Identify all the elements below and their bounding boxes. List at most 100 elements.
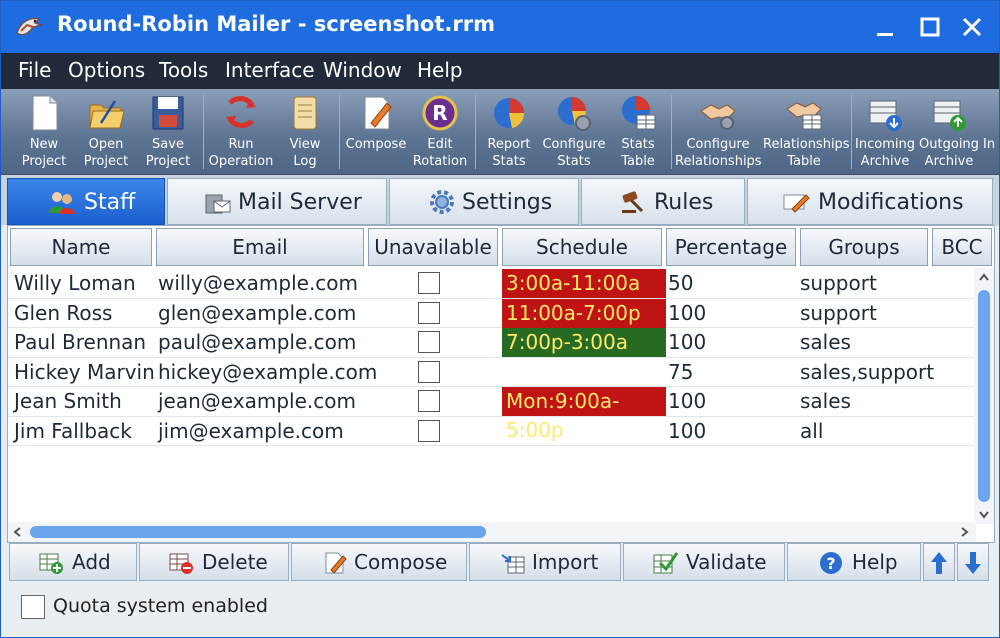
configure-stats-button[interactable]: Configure Stats: [541, 91, 607, 173]
column-header-groups[interactable]: Groups: [800, 228, 928, 266]
compose-button[interactable]: Compose: [344, 91, 408, 173]
cell-percentage: 75: [668, 359, 694, 384]
cell-name: Jim Fallback: [14, 418, 132, 443]
column-header-name[interactable]: Name: [10, 228, 152, 266]
add-button[interactable]: Add: [9, 543, 137, 581]
add-icon: [39, 553, 63, 574]
run-operation-button[interactable]: Run Operation: [208, 91, 274, 173]
toolbar-overflow-button[interactable]: In: [983, 91, 999, 173]
mail-server-icon: [205, 194, 231, 214]
tab-label: Rules: [654, 190, 714, 215]
compose-icon: [364, 96, 392, 130]
menu-tools[interactable]: Tools: [159, 58, 208, 82]
move-down-button[interactable]: [957, 543, 989, 581]
run-operation-icon: [226, 96, 256, 128]
unavailable-checkbox[interactable]: [418, 419, 440, 442]
more-icon: [983, 93, 999, 133]
scroll-arrows-icon: [13, 526, 969, 538]
cell-percentage: 100: [668, 330, 707, 354]
new-project-button[interactable]: New Project: [15, 91, 73, 173]
edit-rotation-button[interactable]: R Edit Rotation: [411, 91, 469, 173]
minimize-button[interactable]: [867, 11, 901, 43]
unavailable-checkbox[interactable]: [418, 390, 440, 412]
open-project-button[interactable]: Open Project: [77, 91, 135, 173]
tb-label-1: View: [289, 137, 321, 152]
close-icon: [962, 17, 982, 37]
cell-schedule: 11:00a-7:00p: [502, 298, 666, 328]
help-button[interactable]: ? Help: [787, 543, 921, 581]
menu-options[interactable]: Options: [68, 58, 145, 82]
column-header-email[interactable]: Email: [156, 228, 364, 266]
unavailable-checkbox[interactable]: [418, 272, 440, 294]
table-row[interactable]: Hickey Marvin hickey@example.com 75 sales,s…: [8, 358, 978, 387]
outgoing-archive-button[interactable]: Outgoing Archive: [918, 91, 980, 173]
cell-name: Glen Ross: [14, 300, 113, 325]
menu-window[interactable]: Window: [323, 58, 402, 82]
tab-label: Staff: [84, 190, 136, 215]
menu-file[interactable]: File: [18, 58, 51, 82]
table-row[interactable]: Paul Brennan paul@example.com 7:00p-3:00a 1…: [8, 328, 978, 358]
tb-label-1: In: [983, 137, 996, 152]
import-button[interactable]: Import: [469, 543, 621, 581]
compose-bottom-button[interactable]: Compose: [291, 543, 467, 581]
incoming-archive-icon: [869, 100, 902, 131]
cell-email: jim@example.com: [158, 418, 344, 443]
table-row[interactable]: Jean Smith jean@example.com Mon:9:00a-5:00…: [8, 387, 978, 442]
compose-label: Compose: [354, 550, 448, 574]
stats-table-button[interactable]: Stats Table: [611, 91, 665, 173]
arrow-up-icon: [931, 552, 947, 574]
validate-button[interactable]: Validate: [623, 543, 785, 581]
toolbar: New Project Open Project Save Project Run Op…: [1, 89, 999, 175]
table-row[interactable]: Willy Loman willy@example.com 3:00a-11:00a…: [8, 269, 978, 299]
title-bar[interactable]: Round-Robin Mailer - screenshot.rrm: [1, 1, 999, 53]
column-header-bcc[interactable]: BCC: [932, 228, 992, 266]
menu-interface[interactable]: Interface: [225, 58, 315, 82]
delete-label: Delete: [202, 550, 268, 574]
incoming-archive-button[interactable]: Incoming Archive: [854, 91, 916, 173]
column-header-unavailable[interactable]: Unavailable: [368, 228, 498, 266]
save-project-button[interactable]: Save Project: [139, 91, 197, 173]
horizontal-scrollbar[interactable]: [8, 522, 976, 542]
tab-mail-server[interactable]: Mail Server: [167, 178, 387, 225]
report-stats-button[interactable]: Report Stats: [480, 91, 538, 173]
toolbar-separator: [851, 95, 852, 169]
tab-staff[interactable]: Staff: [7, 178, 165, 225]
tb-label-1: Configure: [686, 137, 750, 152]
relationships-table-button[interactable]: Relationships Table: [763, 91, 850, 173]
view-log-button[interactable]: View Log: [277, 91, 333, 173]
tab-rules[interactable]: Rules: [581, 178, 745, 225]
column-header-schedule[interactable]: Schedule: [502, 228, 662, 266]
unavailable-checkbox[interactable]: [418, 331, 440, 353]
column-header-percentage[interactable]: Percentage: [666, 228, 796, 266]
app-bird-icon: [16, 17, 43, 36]
vertical-scrollbar[interactable]: [974, 268, 994, 524]
toolbar-separator: [339, 95, 340, 169]
delete-button[interactable]: Delete: [139, 543, 289, 581]
edit-rotation-icon: R: [422, 95, 458, 131]
compose-icon: [325, 552, 347, 574]
tab-modifications[interactable]: Modifications: [747, 178, 993, 225]
table-row[interactable]: Jim Fallback jim@example.com 100 all: [8, 417, 978, 446]
tab-strip: Staff Mail Server Settings Rules Modific…: [1, 175, 999, 225]
toolbar-separator: [475, 95, 476, 169]
cell-percentage: 50: [668, 271, 694, 295]
table-row[interactable]: Glen Ross glen@example.com 11:00a-7:00p 100…: [8, 298, 978, 328]
menu-help[interactable]: Help: [417, 58, 463, 82]
cell-email: paul@example.com: [158, 330, 357, 354]
svg-text:R: R: [432, 101, 447, 125]
add-label: Add: [72, 550, 111, 574]
unavailable-checkbox[interactable]: [418, 301, 440, 324]
configure-relationships-button[interactable]: Configure Relationships: [675, 91, 762, 173]
arrow-down-icon: [965, 552, 981, 574]
unavailable-checkbox[interactable]: [418, 360, 440, 383]
maximize-button[interactable]: [913, 11, 947, 43]
move-up-button[interactable]: [923, 543, 955, 581]
cell-groups: all: [800, 418, 824, 443]
close-button[interactable]: [955, 11, 989, 43]
quota-checkbox[interactable]: [21, 595, 45, 619]
tab-label: Modifications: [818, 190, 964, 215]
tb-label-1: Run: [228, 137, 254, 152]
import-icon: [501, 554, 525, 574]
tab-settings[interactable]: Settings: [389, 178, 579, 225]
tb-label-2: Table: [787, 154, 821, 169]
